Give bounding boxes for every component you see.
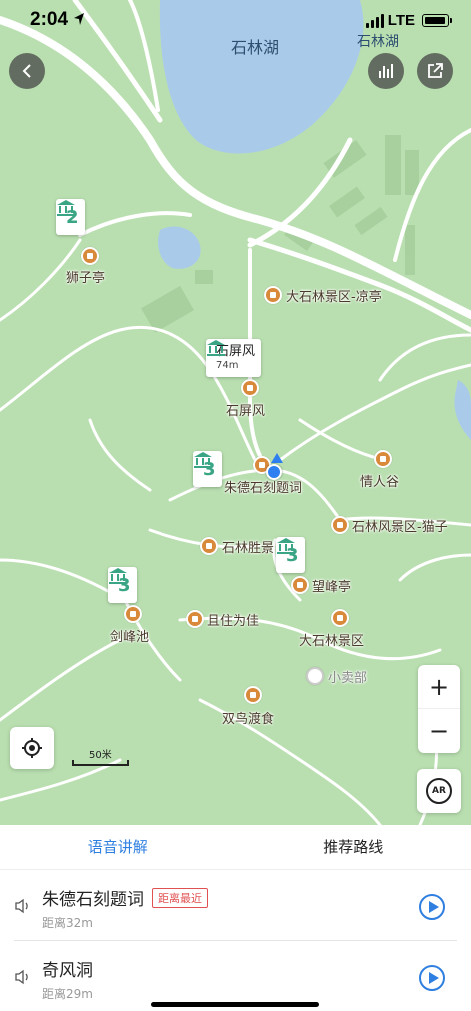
zoom-out-button[interactable]: − xyxy=(418,709,460,753)
cluster-marker[interactable]: 3 xyxy=(108,567,137,603)
external-link-icon xyxy=(428,63,443,78)
speaker-icon xyxy=(15,898,28,914)
poi-label-shuangniao: 双鸟渡食 xyxy=(222,712,275,727)
nearest-badge: 距离最近 xyxy=(152,887,208,908)
selected-poi-marker[interactable]: 石屏风 74m xyxy=(206,339,262,377)
play-button[interactable] xyxy=(419,894,445,920)
poi-label-wangfeng-ting: 望峰亭 xyxy=(312,580,352,595)
list-item-distance: 距离29m xyxy=(42,987,93,1001)
speaker-icon xyxy=(15,969,28,985)
poi-label-jianfeng-chi: 剑峰池 xyxy=(110,630,150,645)
cluster-marker[interactable]: 2 xyxy=(56,199,85,235)
poi-label-xiaomaibu: 小卖部 xyxy=(328,671,368,686)
map-scale: 50米 xyxy=(72,746,129,766)
home-indicator[interactable] xyxy=(151,1002,319,1007)
status-bar: 2:04 LTE xyxy=(0,0,471,40)
sheet-tabs: 语音讲解 推荐路线 xyxy=(0,825,471,870)
ar-icon: AR xyxy=(426,778,452,804)
list-item-title: 奇风洞 xyxy=(42,961,93,981)
poi-marker-shilin-maozi[interactable] xyxy=(331,516,349,534)
chevron-left-icon xyxy=(22,64,31,78)
cluster-marker[interactable]: 3 xyxy=(276,537,305,573)
poi-label-liangting: 大石林景区-凉亭 xyxy=(286,290,382,305)
shop-icon[interactable] xyxy=(306,667,324,685)
tab-recommended-routes[interactable]: 推荐路线 xyxy=(236,825,471,869)
list-item[interactable]: 朱德石刻题词 距离最近 距离32m xyxy=(14,870,457,940)
poi-marker-liangting[interactable] xyxy=(264,286,282,304)
poi-label-da-shilin-jingqu: 大石林景区 xyxy=(299,634,365,649)
bottom-sheet: 语音讲解 推荐路线 朱德石刻题词 距离最近 距离32m 奇风洞 距离29m xyxy=(0,825,471,1011)
poi-marker-shizi-ting[interactable] xyxy=(81,247,99,265)
poi-label-shi-pingfeng: 石屏风 xyxy=(226,404,266,419)
list-item-title-row: 朱德石刻题词 距离最近 xyxy=(42,885,208,910)
poi-label-qingren-gu: 情人谷 xyxy=(360,475,400,490)
location-arrow-icon xyxy=(74,13,84,25)
tab-audio-guide[interactable]: 语音讲解 xyxy=(0,825,236,869)
status-right: LTE xyxy=(365,12,452,29)
poi-marker-jianfeng-chi[interactable] xyxy=(124,605,142,623)
poi-marker-shuangniao[interactable] xyxy=(244,686,262,704)
list-item[interactable]: 奇风洞 距离29m xyxy=(14,940,457,1010)
scale-bar xyxy=(72,760,129,766)
ar-button[interactable]: AR xyxy=(417,769,461,813)
network-type: LTE xyxy=(387,12,415,29)
zoom-in-button[interactable]: + xyxy=(418,665,460,709)
list-item-title: 朱德石刻题词 xyxy=(42,890,144,910)
poi-marker-da-shilin-jingqu[interactable] xyxy=(331,609,349,627)
bar-chart-icon xyxy=(379,64,393,78)
cluster-marker[interactable]: 3 xyxy=(193,451,222,487)
list-item-distance: 距离32m xyxy=(42,916,93,930)
poi-label-qie-zhu-wei-jia: 且住为佳 xyxy=(207,614,260,629)
status-time: 2:04 xyxy=(30,9,69,30)
map-view[interactable]: 石林湖 石林湖 狮子亭 大石林景区-凉亭 石屏风 情人谷 朱德石刻题词 石林风景… xyxy=(0,0,471,825)
poi-marker-qingren-gu[interactable] xyxy=(374,450,392,468)
poi-label-shilin-shengjing: 石林胜景 xyxy=(222,541,275,556)
crosshair-icon xyxy=(22,738,42,758)
poi-marker-qie-zhu-wei-jia[interactable] xyxy=(186,610,204,628)
screen: 石林湖 石林湖 狮子亭 大石林景区-凉亭 石屏风 情人谷 朱德石刻题词 石林风景… xyxy=(0,0,471,1011)
signal-icon xyxy=(365,13,384,28)
share-button[interactable] xyxy=(417,53,453,89)
play-button[interactable] xyxy=(419,965,445,991)
back-button[interactable] xyxy=(9,53,45,89)
poi-label-shizi-ting: 狮子亭 xyxy=(66,271,106,286)
user-location-dot xyxy=(266,464,282,480)
poi-marker-shi-pingfeng[interactable] xyxy=(241,379,259,397)
list-item-title-row: 奇风洞 xyxy=(42,956,93,981)
poi-label-shilin-maozi: 石林风景区-猫子 xyxy=(352,520,448,535)
poi-label-zhude-keti: 朱德石刻题词 xyxy=(224,481,303,496)
stats-button[interactable] xyxy=(368,53,404,89)
battery-icon xyxy=(422,14,452,27)
locate-button[interactable] xyxy=(10,727,54,769)
zoom-controls: + − xyxy=(418,665,460,753)
poi-marker-shilin-shengjing[interactable] xyxy=(200,537,218,555)
scale-label: 50米 xyxy=(89,750,112,761)
heading-arrow-icon xyxy=(271,453,283,463)
poi-marker-wangfeng-ting[interactable] xyxy=(291,576,309,594)
selected-poi-distance: 74m xyxy=(216,359,239,371)
